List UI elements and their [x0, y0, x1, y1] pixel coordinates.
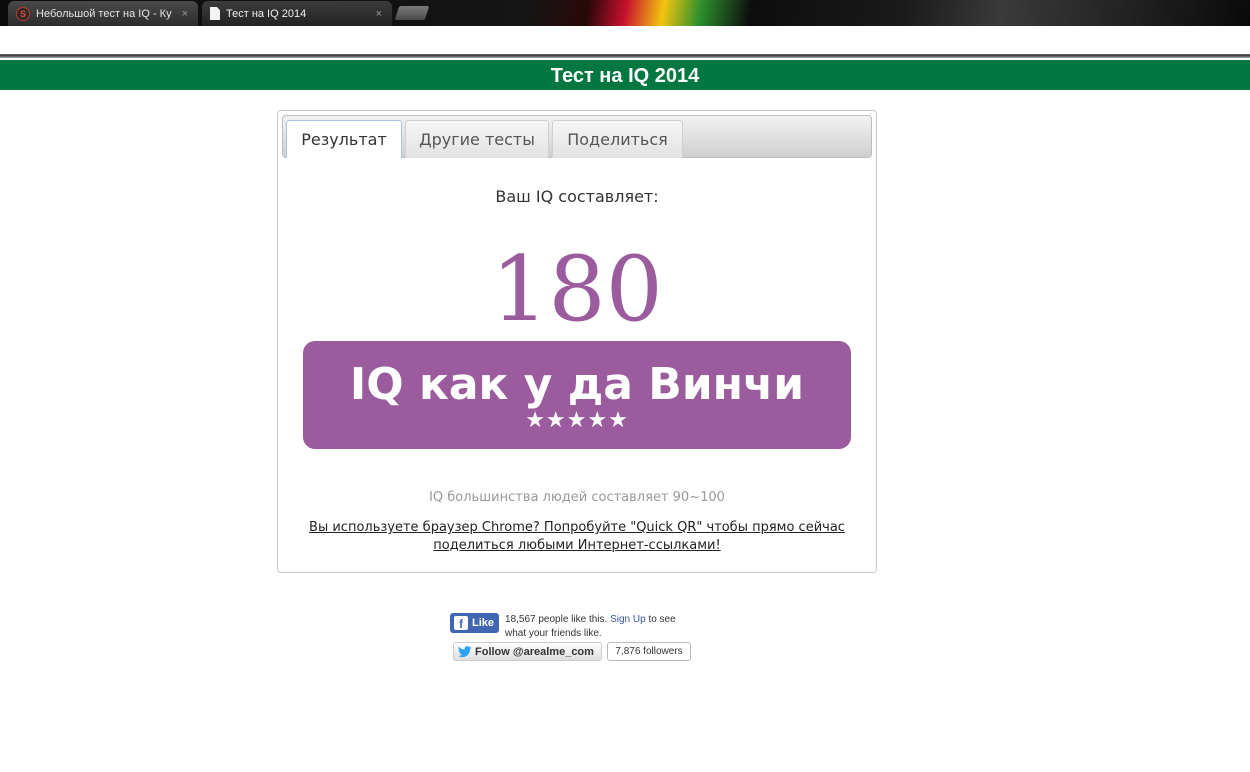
document-icon: [210, 7, 220, 20]
fb-line-2: what your friends like.: [505, 628, 602, 639]
promo-line-1[interactable]: Вы используете браузер Chrome? Попробуйт…: [309, 520, 845, 535]
new-tab-button[interactable]: [394, 6, 430, 20]
iq-score: 180: [491, 237, 663, 342]
browser-tab-strip: S Небольшой тест на IQ - Ку × Тест на IQ…: [0, 0, 1250, 26]
twitter-follow-label: Follow @arealme_com: [475, 645, 594, 658]
promo-line-2[interactable]: поделиться любыми Интернет-ссылками!: [433, 538, 720, 553]
result-card: Результат Другие тесты Поделиться Ваш IQ…: [277, 110, 877, 573]
facebook-like-label: Like: [472, 617, 495, 629]
result-badge: IQ как у да Винчи ★★★★★: [303, 341, 851, 449]
result-label: Ваш IQ составляет:: [495, 187, 659, 206]
s-favicon-icon: S: [16, 6, 30, 21]
close-icon[interactable]: ×: [376, 8, 382, 20]
facebook-like-button[interactable]: f Like: [450, 613, 499, 633]
page-title: Тест на IQ 2014: [0, 60, 1250, 90]
twitter-follow-button[interactable]: Follow @arealme_com: [453, 642, 602, 661]
twitter-bird-icon: [458, 645, 472, 657]
tab-result[interactable]: Результат: [286, 120, 402, 158]
toolbar-divider: [0, 54, 1250, 58]
badge-title: IQ как у да Винчи: [349, 359, 805, 410]
average-iq-note: IQ большинства людей составляет 90~100: [429, 490, 725, 505]
browser-tab-2-label: Тест на IQ 2014: [226, 7, 307, 20]
facebook-like-count: 18,567 people like this. Sign Up to see …: [505, 613, 705, 641]
facebook-icon: f: [454, 616, 468, 630]
star-rating: ★★★★★: [525, 408, 629, 433]
quick-qr-link[interactable]: Вы используете браузер Chrome? Попробуйт…: [298, 519, 856, 555]
tab-other-tests[interactable]: Другие тесты: [405, 120, 549, 158]
twitter-follower-count[interactable]: 7,876 followers: [607, 642, 691, 661]
tab-bar: Результат Другие тесты Поделиться: [282, 115, 872, 158]
tab-share[interactable]: Поделиться: [552, 120, 683, 158]
browser-toolbar: [0, 26, 1250, 54]
close-icon[interactable]: ×: [182, 8, 188, 20]
browser-tab-1[interactable]: S Небольшой тест на IQ - Ку ×: [8, 1, 198, 26]
fb-signup-link[interactable]: Sign Up: [610, 614, 646, 625]
browser-tab-1-label: Небольшой тест на IQ - Ку: [36, 7, 172, 20]
fb-tail-text: to see: [648, 614, 676, 625]
fb-count-text: 18,567 people like this.: [505, 614, 608, 625]
browser-tab-2[interactable]: Тест на IQ 2014 ×: [202, 1, 392, 26]
